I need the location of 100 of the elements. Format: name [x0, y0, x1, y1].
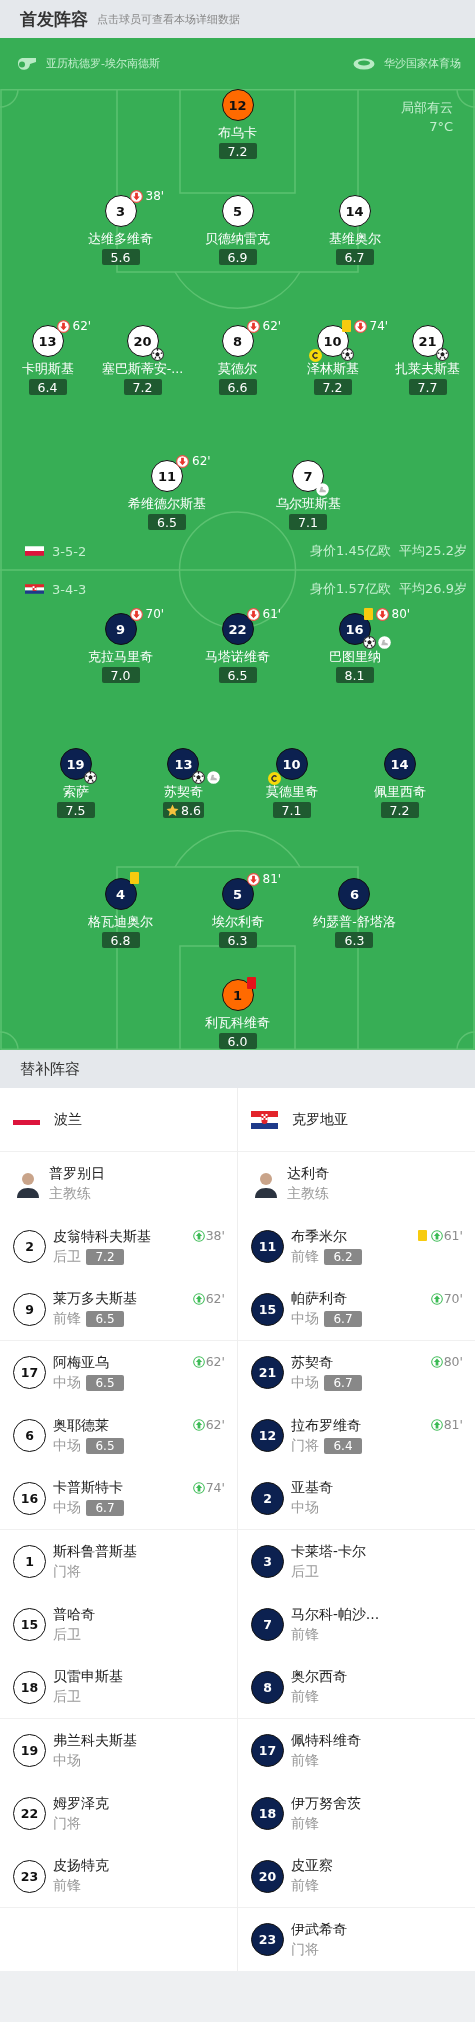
player-rating: 6.0 [218, 1033, 257, 1049]
shirt-number[interactable]: 11 [151, 460, 183, 492]
shirt-number[interactable]: 12 [251, 1419, 284, 1452]
player-name: 苏契奇 [164, 784, 203, 800]
shirt-number[interactable]: 2 [251, 1481, 284, 1515]
shirt-number[interactable]: 13 [167, 748, 200, 780]
booking-card-icon [129, 872, 139, 884]
formation-text: 3-4-3 [52, 581, 87, 597]
shirt-number[interactable]: 18 [13, 1670, 46, 1704]
shirt-number[interactable]: 23 [13, 1859, 46, 1893]
player-rating: 6.4 [28, 379, 67, 395]
player-position: 后卫 [53, 1625, 81, 1644]
shirt-number[interactable]: 2 [13, 1230, 46, 1263]
shirt-number[interactable]: 20 [251, 1859, 284, 1893]
shirt-number[interactable]: 22 [13, 1797, 46, 1830]
shirt-number[interactable]: 11 [251, 1230, 284, 1263]
substitution-minute: 62' [72, 319, 92, 333]
player-name: 阿梅亚乌 [53, 1353, 110, 1372]
shirt-number[interactable]: 21 [251, 1356, 284, 1389]
player-rating: 6.5 [86, 1437, 124, 1454]
player-name: 达维多维奇 [88, 231, 153, 247]
substitution-in-icon [192, 1229, 205, 1242]
player-name: 佩特科维奇 [291, 1731, 361, 1750]
player-rating: 6.8 [101, 932, 140, 948]
stadium-icon [353, 57, 375, 70]
shirt-number[interactable]: 9 [104, 613, 137, 645]
team-name: 克罗地亚 [292, 1110, 348, 1129]
shirt-number[interactable]: 7 [292, 460, 324, 492]
player-name: 皮翁特科夫斯基 [53, 1227, 151, 1246]
player-position: 前锋 [53, 1877, 81, 1895]
shirt-number[interactable]: 21 [411, 325, 444, 357]
substitution-in-icon [192, 1418, 205, 1431]
player-rating: 6.7 [324, 1374, 362, 1391]
substitution-minute: 62' [192, 454, 211, 468]
substitution-minute: 62' [205, 1291, 225, 1306]
shirt-number[interactable]: 1 [221, 979, 254, 1011]
shirt-number[interactable]: 13 [31, 325, 64, 357]
shirt-number[interactable]: 15 [251, 1292, 284, 1326]
shirt-number[interactable]: 3 [104, 195, 137, 227]
substitution-out-icon [246, 872, 260, 886]
shirt-number[interactable]: 17 [13, 1356, 46, 1389]
shirt-number[interactable]: 14 [383, 748, 416, 780]
shirt-number[interactable]: 19 [13, 1734, 46, 1767]
team-name: 波兰 [54, 1110, 82, 1129]
section-title: 替补阵容 [20, 1059, 80, 1079]
shirt-number[interactable]: 1 [13, 1545, 46, 1578]
player-name: 马塔诺维奇 [205, 649, 270, 665]
player-name: 皮扬特克 [53, 1857, 109, 1875]
player-position: 门将 [291, 1436, 319, 1455]
player-rating: 6.3 [218, 932, 257, 948]
flag-icon [25, 546, 44, 556]
shirt-number[interactable]: 17 [251, 1734, 284, 1767]
player-rating: 7.2 [313, 379, 352, 395]
shirt-number[interactable]: 19 [59, 748, 92, 780]
substitution-out-icon [56, 319, 70, 333]
shirt-number[interactable]: 3 [251, 1545, 284, 1578]
sending-off-card-icon [246, 977, 256, 989]
substitution-minute: 70' [145, 607, 165, 621]
shirt-number[interactable]: 14 [338, 195, 371, 227]
shirt-number[interactable]: 5 [221, 878, 254, 910]
substitution-minute: 38' [145, 189, 165, 203]
substitution-out-icon [246, 607, 260, 621]
substitution-minute: 38' [205, 1228, 225, 1243]
shirt-number[interactable]: 8 [251, 1670, 284, 1704]
shirt-number[interactable]: 9 [13, 1292, 46, 1326]
player-position: 前锋 [291, 1877, 319, 1895]
player-name: 希维德尔斯基 [128, 496, 206, 512]
substitution-out-icon [176, 454, 189, 468]
substitution-in-icon [430, 1355, 443, 1368]
player-rating: 7.5 [56, 802, 95, 818]
player-rating: 8.1 [335, 667, 374, 683]
shirt-number[interactable]: 23 [251, 1923, 284, 1956]
shirt-number[interactable]: 16 [13, 1481, 46, 1515]
player-rating: 7.2 [86, 1248, 124, 1265]
player-name: 伊武希奇 [291, 1920, 347, 1939]
player-position: 前锋 [291, 1814, 319, 1833]
shirt-number[interactable]: 10 [275, 748, 308, 780]
substitution-minute: 62' [205, 1417, 225, 1432]
substitution-minute: 80' [391, 607, 411, 621]
shirt-number[interactable]: 15 [13, 1608, 46, 1641]
substitution-in-icon [192, 1292, 205, 1305]
player-rating: 6.2 [324, 1248, 362, 1265]
shirt-number[interactable]: 6 [13, 1419, 46, 1452]
player-name: 约瑟普-舒塔洛 [313, 914, 396, 930]
shirt-number[interactable]: 12 [221, 89, 254, 121]
shirt-number[interactable]: 20 [126, 325, 159, 357]
shirt-number[interactable]: 16 [338, 613, 371, 645]
shirt-number[interactable]: 8 [221, 325, 254, 357]
booking-card-icon [417, 1230, 427, 1241]
shirt-number[interactable]: 4 [104, 878, 137, 910]
shirt-number[interactable]: 18 [251, 1797, 284, 1830]
player-position: 前锋 [291, 1247, 319, 1266]
shirt-number[interactable]: 7 [251, 1608, 284, 1641]
shirt-number[interactable]: 5 [221, 195, 254, 227]
hint-text: 点击球员可查看本场详细数据 [97, 11, 240, 27]
substitution-minute: 74' [369, 319, 389, 333]
stadium-name: 华沙国家体育场 [384, 56, 461, 71]
shirt-number[interactable]: 6 [338, 878, 371, 910]
player-name: 埃尔利奇 [211, 914, 264, 930]
shirt-number[interactable]: 22 [221, 613, 254, 645]
